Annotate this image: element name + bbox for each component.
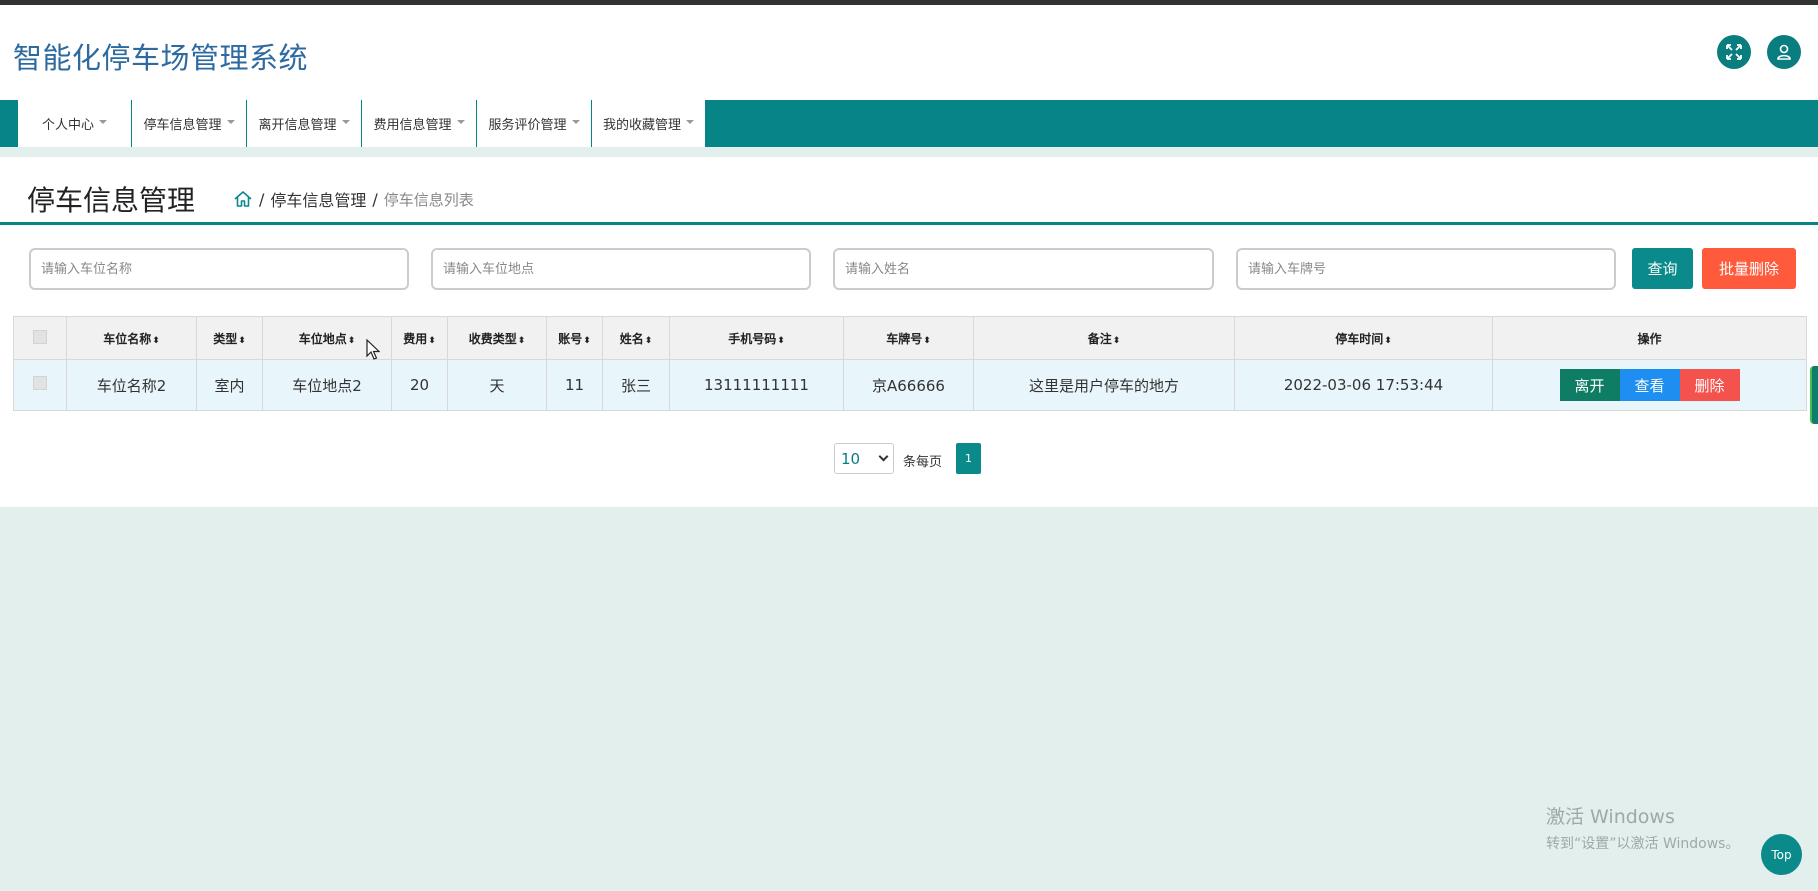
nav-item-favorites[interactable]: 我的收藏管理: [592, 100, 706, 147]
sort-icon: ⬍: [347, 335, 356, 346]
caret-down-icon: [571, 119, 580, 124]
caret-down-icon: [341, 119, 350, 124]
nav-label: 费用信息管理: [373, 118, 452, 133]
page-number-button[interactable]: 1: [956, 443, 981, 474]
nav-label: 停车信息管理: [143, 118, 222, 133]
batch-delete-button[interactable]: 批量删除: [1702, 248, 1796, 289]
cell-phone: 13111111111: [669, 359, 844, 411]
cell-fee-type: 天: [447, 359, 547, 411]
column-header[interactable]: 停车时间⬍: [1234, 316, 1493, 360]
content-panel: 停车信息管理 / 停车信息管理 / 停车信息列表 查询 批量删除 车位名称⬍ 类…: [0, 147, 1818, 507]
windows-activation-watermark: 激活 Windows 转到“设置”以激活 Windows。: [1546, 806, 1740, 852]
nav-item-personal-center[interactable]: 个人中心: [18, 100, 132, 147]
sort-icon: ⬍: [428, 335, 436, 346]
nav-label: 离开信息管理: [258, 118, 337, 133]
space-location-search-input[interactable]: [431, 248, 811, 290]
nav-label: 我的收藏管理: [602, 118, 681, 133]
row-actions: 离开 查看 删除: [1493, 369, 1806, 401]
nav-item-fee-info[interactable]: 费用信息管理: [362, 100, 477, 147]
app-header: 智能化停车场管理系统: [0, 5, 1818, 100]
chevron-down-icon: [878, 451, 889, 462]
row-checkbox[interactable]: [33, 376, 47, 390]
caret-down-icon: [456, 119, 465, 124]
user-icon: [1777, 44, 1791, 60]
caret-down-icon: [99, 119, 107, 124]
nav-item-leave-info[interactable]: 离开信息管理: [247, 100, 362, 147]
page-title: 停车信息管理: [27, 184, 196, 217]
table-row: 车位名称2 室内 车位地点2 20 天 11 张三 13111111111 京A…: [13, 359, 1807, 411]
back-to-top-button[interactable]: Top: [1761, 834, 1802, 875]
name-search-input[interactable]: [833, 248, 1214, 290]
column-header[interactable]: 类型⬍: [196, 316, 263, 360]
nav-label: 个人中心: [41, 118, 94, 133]
plate-search-input[interactable]: [1236, 248, 1616, 290]
sort-icon: ⬍: [238, 335, 246, 346]
sort-icon: ⬍: [644, 335, 653, 346]
column-header[interactable]: 车牌号⬍: [843, 316, 974, 360]
cell-space-name: 车位名称2: [66, 359, 197, 411]
select-all-cell[interactable]: [13, 316, 67, 360]
delete-button[interactable]: 删除: [1679, 369, 1740, 401]
sort-icon: ⬍: [1112, 335, 1121, 346]
row-select-cell[interactable]: [13, 359, 67, 411]
page-size-select[interactable]: 10: [834, 443, 894, 474]
select-all-checkbox[interactable]: [33, 329, 47, 344]
column-header[interactable]: 收费类型⬍: [447, 316, 547, 360]
nav-item-parking-info[interactable]: 停车信息管理: [132, 100, 247, 147]
sort-icon: ⬍: [583, 335, 591, 346]
column-header[interactable]: 账号⬍: [546, 316, 603, 360]
column-header[interactable]: 手机号码⬍: [669, 316, 844, 360]
sort-icon: ⬍: [777, 335, 785, 346]
query-button[interactable]: 查询: [1632, 248, 1693, 289]
nav-label: 服务评价管理: [488, 118, 567, 133]
cell-time: 2022-03-06 17:53:44: [1234, 359, 1493, 411]
column-header[interactable]: 姓名⬍: [602, 316, 670, 360]
caret-down-icon: [226, 119, 235, 124]
sort-icon: ⬍: [152, 335, 160, 346]
sort-icon: ⬍: [517, 335, 526, 346]
cell-location: 车位地点2: [262, 359, 392, 411]
page-size-value: 10: [841, 449, 861, 468]
page-header: 停车信息管理 / 停车信息管理 / 停车信息列表: [0, 167, 1818, 225]
breadcrumb-separator: /: [372, 189, 378, 209]
column-header[interactable]: 备注⬍: [973, 316, 1235, 360]
parking-info-table: 车位名称⬍ 类型⬍ 车位地点⬍ 费用⬍ 收费类型⬍ 账号⬍ 姓名⬍ 手机号码⬍ …: [13, 316, 1807, 411]
sort-icon: ⬍: [1384, 335, 1392, 346]
space-name-search-input[interactable]: [29, 248, 409, 290]
breadcrumb-current: 停车信息列表: [383, 190, 474, 209]
caret-down-icon: [686, 119, 694, 124]
per-page-label: 条每页: [903, 455, 943, 470]
nav-item-service-review[interactable]: 服务评价管理: [477, 100, 592, 147]
breadcrumb-separator: /: [259, 189, 265, 209]
view-button[interactable]: 查看: [1619, 369, 1680, 401]
cell-name: 张三: [602, 359, 670, 411]
fullscreen-button[interactable]: [1717, 35, 1751, 69]
cell-type: 室内: [196, 359, 263, 411]
column-header[interactable]: 费用⬍: [391, 316, 448, 360]
cell-account: 11: [546, 359, 603, 411]
table-header-row: 车位名称⬍ 类型⬍ 车位地点⬍ 费用⬍ 收费类型⬍ 账号⬍ 姓名⬍ 手机号码⬍ …: [13, 316, 1807, 360]
scrollbar-thumb[interactable]: [1810, 366, 1818, 424]
column-header-actions: 操作: [1492, 316, 1807, 360]
breadcrumb: / 停车信息管理 / 停车信息列表: [233, 187, 474, 211]
cell-remark: 这里是用户停车的地方: [973, 359, 1235, 411]
user-button[interactable]: [1767, 35, 1801, 69]
cell-actions: 离开 查看 删除: [1492, 359, 1807, 411]
leave-button[interactable]: 离开: [1559, 369, 1620, 401]
fullscreen-icon: [1726, 44, 1742, 60]
home-icon[interactable]: [233, 189, 253, 209]
cell-plate: 京A66666: [843, 359, 974, 411]
column-header[interactable]: 车位名称⬍: [66, 316, 197, 360]
breadcrumb-section[interactable]: 停车信息管理: [270, 187, 366, 211]
app-title: 智能化停车场管理系统: [13, 41, 309, 75]
main-nav: 个人中心 停车信息管理 离开信息管理 费用信息管理 服务评价管理 我的收藏管理: [0, 100, 1818, 147]
sort-icon: ⬍: [923, 335, 931, 346]
mouse-cursor-icon: [366, 339, 380, 360]
cell-fee: 20: [391, 359, 448, 411]
